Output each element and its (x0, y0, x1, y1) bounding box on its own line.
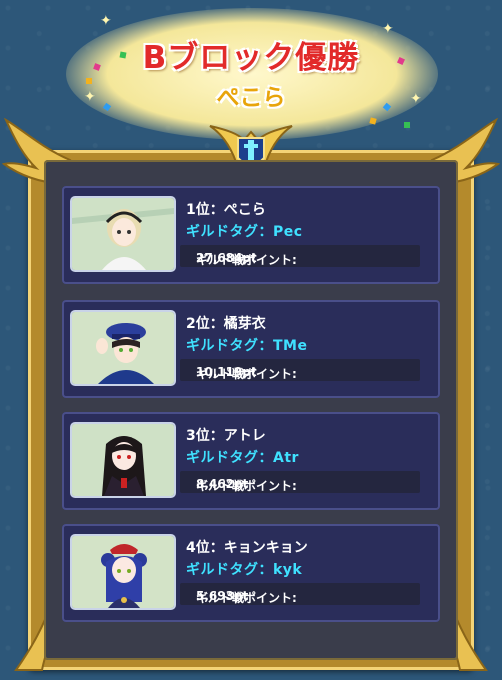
vampire-girl-avatar-icon (72, 424, 174, 496)
sparkle-icon: ✦ (100, 13, 112, 29)
guild-tag: ギルドタグ：kyk (186, 562, 303, 578)
jiangshi-girl-avatar-icon (72, 536, 174, 608)
rank-name: 4位：キョンキョン (186, 540, 308, 556)
ranking-card: 1位：ぺこら ギルドタグ：Pec ギルド戦ポイント: 27,684pt (62, 186, 440, 284)
ranking-card: 4位：キョンキョン ギルドタグ：kyk ギルド戦ポイント: 5,693pt (62, 524, 440, 622)
guild-tag: ギルドタグ：TMe (186, 338, 308, 354)
police-girl-avatar-icon (72, 312, 174, 384)
ranking-card: 2位：橘芽衣 ギルドタグ：TMe ギルド戦ポイント: 10,119pt (62, 300, 440, 398)
guild-points-box: ギルド戦ポイント: 10,119pt (180, 359, 420, 381)
confetti-icon (404, 122, 410, 128)
guild-points-box: ギルド戦ポイント: 8,462pt (180, 471, 420, 493)
rank-name: 3位：アトレ (186, 428, 266, 444)
winner-name: ぺこら (216, 85, 286, 111)
guild-points-box: ギルド戦ポイント: 5,693pt (180, 583, 420, 605)
guild-points-box: ギルド戦ポイント: 27,684pt (180, 245, 420, 267)
rank-name: 2位：橘芽衣 (186, 316, 266, 332)
ranking-card: 3位：アトレ ギルドタグ：Atr ギルド戦ポイント: 8,462pt (62, 412, 440, 510)
guild-tag: ギルドタグ：Atr (186, 450, 299, 466)
guild-tag: ギルドタグ：Pec (186, 224, 303, 240)
rank-name: 1位：ぺこら (186, 202, 266, 218)
block-winner-title: Bブロック優勝 (142, 40, 360, 76)
blonde-girl-avatar-icon (72, 198, 174, 270)
